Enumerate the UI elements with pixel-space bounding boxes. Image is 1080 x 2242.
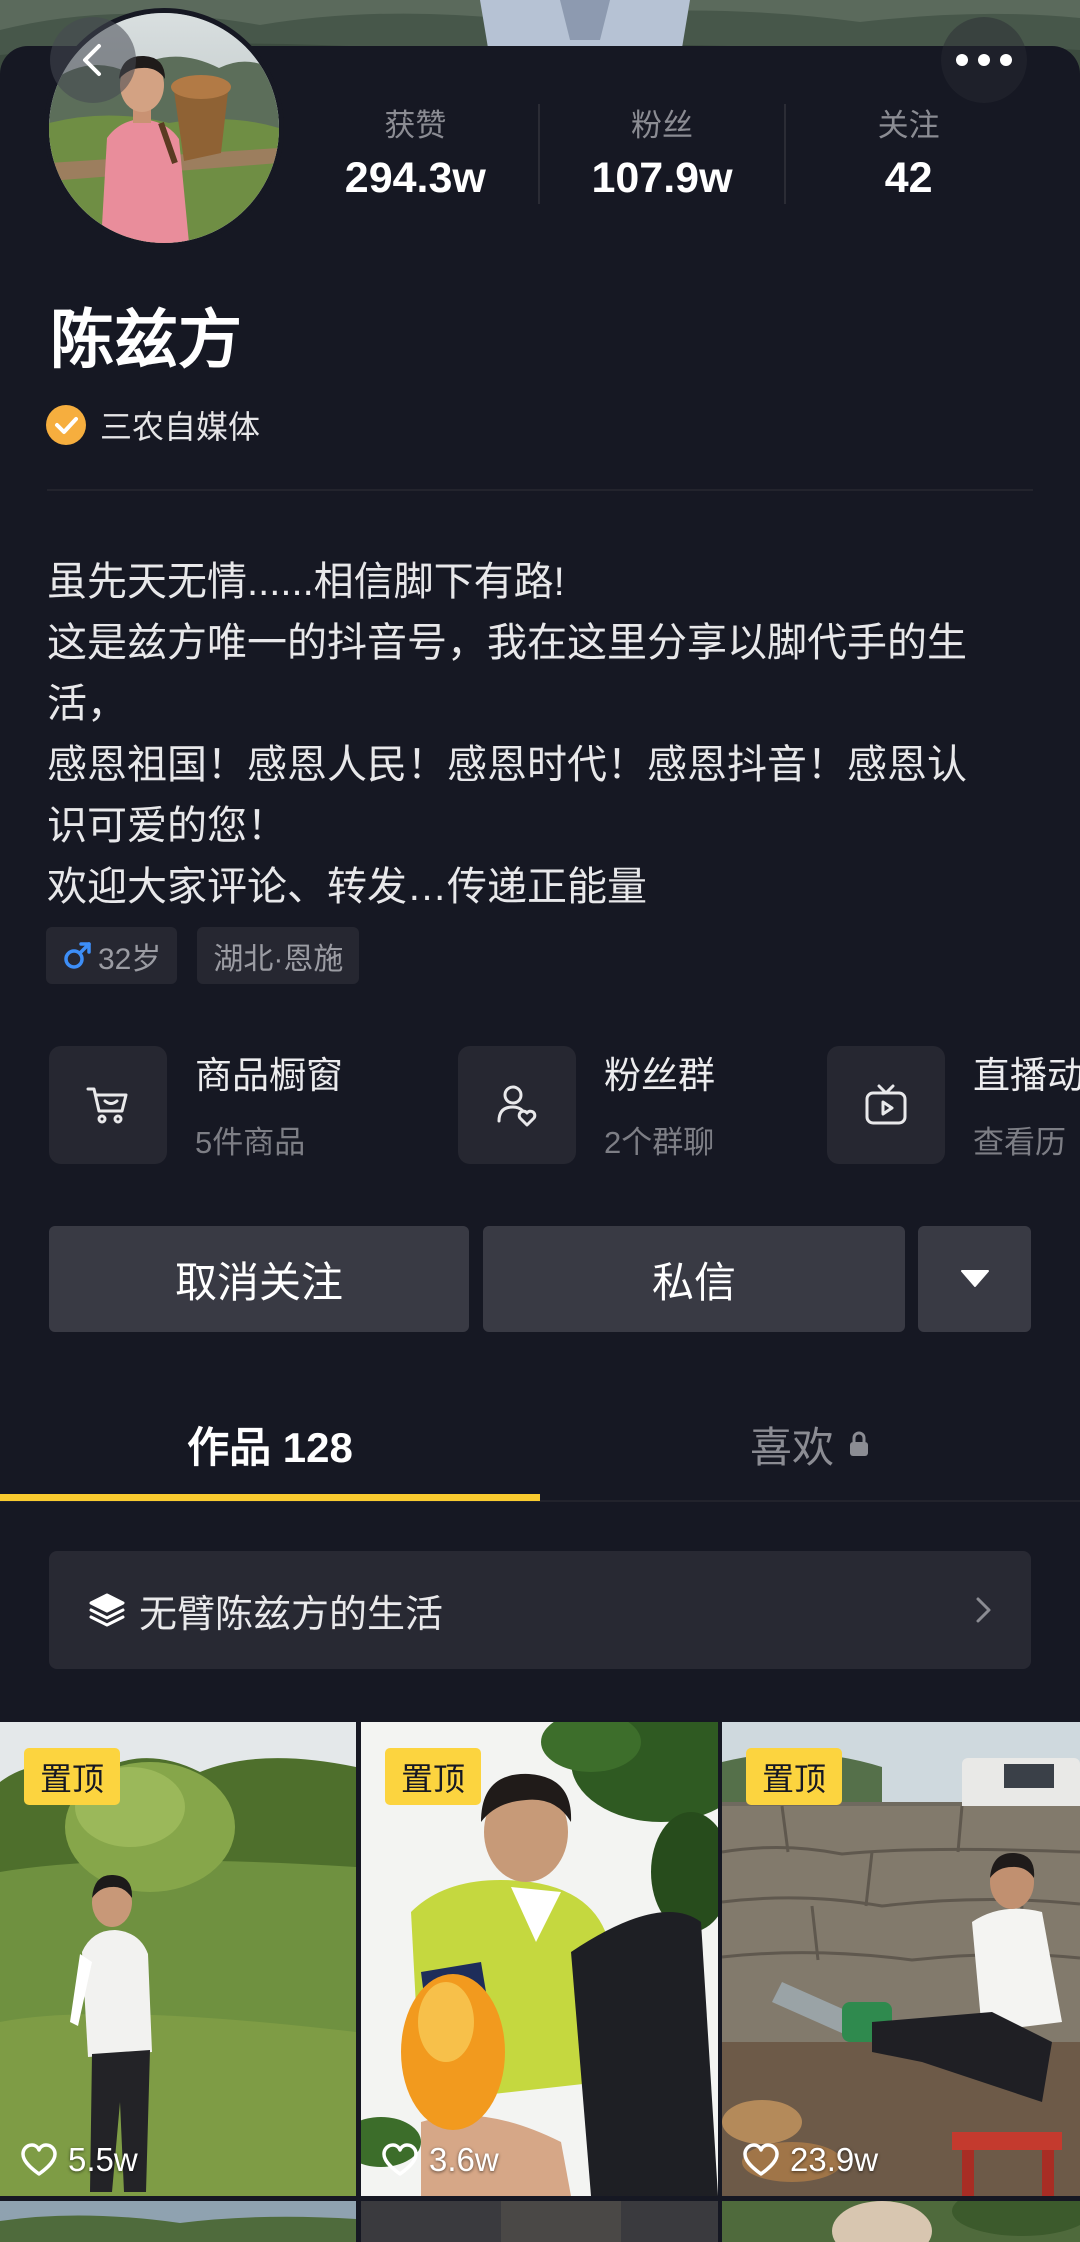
verified-badge: 三农自媒体 bbox=[46, 403, 260, 447]
feature-text: 粉丝群 2个群聊 bbox=[604, 1046, 715, 1164]
chevron-left-icon bbox=[73, 40, 113, 80]
profile-name: 陈兹方 bbox=[50, 304, 242, 376]
profile-tags: 32岁 湖北·恩施 bbox=[46, 927, 360, 984]
video-likes: 3.6w bbox=[381, 2138, 499, 2182]
back-button[interactable] bbox=[50, 17, 136, 103]
stat-likes[interactable]: 获赞 294.3w bbox=[293, 104, 538, 204]
feature-icon-box bbox=[827, 1046, 945, 1164]
bio-line: 识可爱的您！ bbox=[47, 804, 287, 848]
feature-subtitle: 5件商品 bbox=[195, 1125, 306, 1160]
feature-subtitle: 2个群聊 bbox=[604, 1125, 715, 1160]
male-icon bbox=[62, 941, 92, 971]
feature-text: 商品橱窗 5件商品 bbox=[195, 1046, 343, 1164]
lock-icon bbox=[848, 1430, 870, 1458]
tab-works[interactable]: 作品 128 bbox=[0, 1394, 540, 1494]
more-actions-button[interactable] bbox=[918, 1226, 1031, 1332]
stat-value: 107.9w bbox=[591, 154, 733, 202]
collection-bar[interactable]: 无臂陈兹方的生活 bbox=[49, 1551, 1031, 1669]
profile-page: 获赞 294.3w 粉丝 107.9w 关注 42 陈兹方 三农自媒体 虽先天无… bbox=[0, 0, 1080, 2242]
content-tabs: 作品 128 喜欢 bbox=[0, 1394, 1080, 1494]
feature-title: 商品橱窗 bbox=[195, 1055, 343, 1096]
stat-followers[interactable]: 粉丝 107.9w bbox=[537, 104, 785, 204]
divider bbox=[47, 489, 1033, 491]
video-tile[interactable] bbox=[361, 2201, 718, 2242]
bio-line: 这是兹方唯一的抖音号，我在这里分享以脚代手的生 bbox=[47, 621, 967, 665]
stat-following[interactable]: 关注 42 bbox=[784, 104, 1031, 204]
more-dots-icon bbox=[954, 52, 1014, 68]
stat-label: 关注 bbox=[877, 108, 940, 143]
heart-outline-icon bbox=[20, 2142, 58, 2178]
video-tile[interactable]: 置顶 5.5w bbox=[0, 1722, 356, 2196]
likes-count: 23.9w bbox=[790, 2141, 879, 2178]
more-button[interactable] bbox=[941, 17, 1027, 103]
video-tile[interactable]: 置顶 3.6w bbox=[361, 1722, 718, 2196]
verified-check-icon bbox=[46, 405, 86, 445]
heart-outline-icon bbox=[742, 2142, 780, 2178]
pinned-badge: 置顶 bbox=[385, 1748, 481, 1805]
fan-group-icon bbox=[493, 1081, 541, 1129]
likes-count: 5.5w bbox=[68, 2141, 138, 2178]
pinned-badge: 置顶 bbox=[746, 1748, 842, 1805]
video-tile[interactable] bbox=[0, 2201, 356, 2242]
likes-count: 3.6w bbox=[429, 2141, 499, 2178]
layers-icon bbox=[87, 1590, 127, 1630]
feature-icon-box bbox=[458, 1046, 576, 1164]
bio-line: 欢迎大家评论、转发…传递正能量 bbox=[47, 865, 647, 909]
chevron-right-icon bbox=[973, 1595, 993, 1625]
video-tile[interactable] bbox=[722, 2201, 1080, 2242]
video-likes: 23.9w bbox=[742, 2138, 878, 2182]
stat-label: 粉丝 bbox=[631, 108, 693, 143]
feature-shop-window[interactable]: 商品橱窗 5件商品 bbox=[49, 1046, 343, 1164]
feature-live[interactable]: 直播动 查看历 bbox=[827, 1046, 1080, 1164]
feature-icon-box bbox=[49, 1046, 167, 1164]
heart-outline-icon bbox=[381, 2142, 419, 2178]
video-tile[interactable]: 置顶 23.9w bbox=[722, 1722, 1080, 2196]
unfollow-button[interactable]: 取消关注 bbox=[49, 1226, 469, 1332]
pinned-badge: 置顶 bbox=[24, 1748, 120, 1805]
message-button[interactable]: 私信 bbox=[483, 1226, 905, 1332]
verified-label: 三农自媒体 bbox=[100, 409, 261, 445]
tab-likes[interactable]: 喜欢 bbox=[540, 1394, 1080, 1494]
bio-line: 虽先天无情......相信脚下有路! bbox=[47, 560, 565, 604]
video-thumbnail bbox=[0, 2201, 356, 2242]
feature-title: 粉丝群 bbox=[604, 1055, 715, 1096]
profile-bio: 虽先天无情......相信脚下有路! 这是兹方唯一的抖音号，我在这里分享以脚代手… bbox=[47, 552, 1047, 918]
live-tv-icon bbox=[862, 1081, 910, 1129]
video-likes: 5.5w bbox=[20, 2138, 138, 2182]
feature-subtitle: 查看历 bbox=[973, 1125, 1066, 1160]
feature-text: 直播动 查看历 bbox=[973, 1046, 1080, 1164]
caret-down-icon bbox=[960, 1270, 989, 1288]
video-thumbnail bbox=[361, 2201, 718, 2242]
collection-title: 无臂陈兹方的生活 bbox=[139, 1593, 444, 1636]
feature-title: 直播动 bbox=[973, 1055, 1080, 1096]
profile-stats: 获赞 294.3w 粉丝 107.9w 关注 42 bbox=[293, 104, 1031, 204]
bio-line: 感恩祖国！感恩人民！感恩时代！感恩抖音！感恩认 bbox=[47, 743, 967, 787]
tag-age: 32岁 bbox=[46, 927, 178, 984]
stat-label: 获赞 bbox=[384, 108, 447, 143]
bio-line: 活， bbox=[47, 682, 127, 726]
tab-label: 喜欢 bbox=[749, 1423, 834, 1471]
video-thumbnail bbox=[722, 2201, 1080, 2242]
cart-icon bbox=[84, 1081, 132, 1129]
tag-text: 湖北·恩施 bbox=[213, 942, 344, 976]
stat-value: 294.3w bbox=[344, 154, 486, 202]
tab-indicator bbox=[0, 1494, 540, 1501]
tab-label: 作品 128 bbox=[187, 1423, 353, 1471]
feature-fan-group[interactable]: 粉丝群 2个群聊 bbox=[458, 1046, 715, 1164]
tag-text: 32岁 bbox=[98, 942, 162, 976]
stat-value: 42 bbox=[884, 154, 933, 202]
tag-location: 湖北·恩施 bbox=[197, 927, 360, 984]
